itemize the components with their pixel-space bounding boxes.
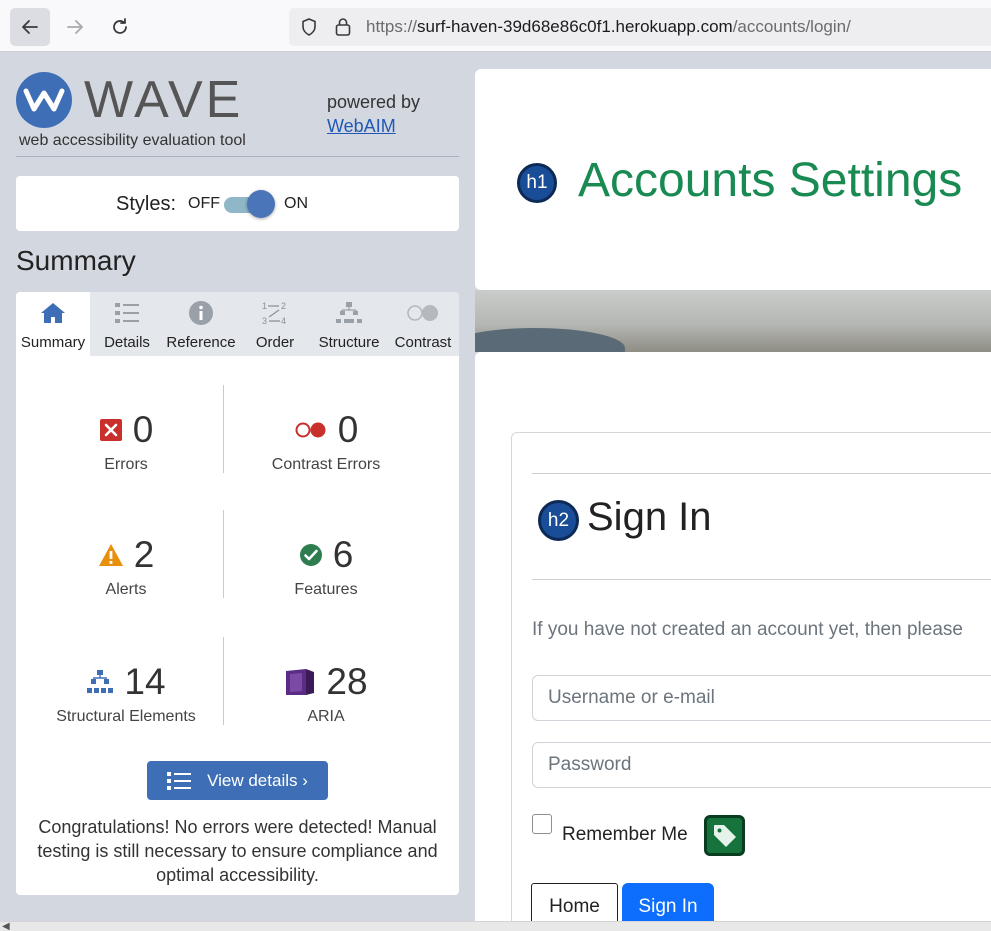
info-icon — [164, 300, 238, 326]
url-path: /accounts/login/ — [732, 17, 851, 36]
tab-label: Reference — [166, 334, 236, 351]
sign-in-card: h2 Sign In If you have not created an ac… — [511, 432, 991, 931]
styles-toggle-knob[interactable] — [247, 190, 275, 218]
svg-text:4: 4 — [281, 316, 286, 326]
structural-count: 14 — [124, 661, 166, 702]
remember-me-label[interactable]: Remember Me — [562, 824, 688, 846]
main-content: h2 Sign In If you have not created an ac… — [475, 352, 991, 931]
hero-image — [475, 290, 991, 352]
lock-icon[interactable] — [333, 16, 353, 38]
home-icon — [16, 300, 90, 326]
horizontal-scrollbar[interactable]: ◀ — [0, 921, 991, 931]
back-button[interactable] — [10, 8, 50, 46]
tab-label: Contrast — [394, 334, 452, 351]
summary-message: Congratulations! No errors were detected… — [37, 817, 438, 885]
tab-contrast[interactable]: Contrast — [386, 292, 459, 356]
tab-order[interactable]: 1 2 3 4 Order — [238, 292, 312, 356]
scroll-left-icon[interactable]: ◀ — [2, 922, 10, 931]
divider — [16, 156, 459, 157]
alerts-label: Alerts — [105, 581, 147, 598]
toggle-off-label: OFF — [188, 195, 220, 212]
browser-toolbar: https://surf-haven-39d68e86c0f1.herokuap… — [0, 0, 991, 52]
stat-divider — [223, 637, 224, 725]
features-label: Features — [294, 581, 358, 598]
structural-label: Structural Elements — [56, 708, 196, 725]
intro-text: If you have not created an account yet, … — [532, 619, 963, 640]
alert-icon — [98, 544, 123, 566]
errors-count: 0 — [132, 409, 154, 450]
page-header: h1 Accounts Settings — [475, 69, 991, 290]
arrow-left-icon — [22, 20, 38, 34]
reload-icon — [113, 18, 127, 34]
tab-bar: Summary Details Reference 1 2 3 4 Order Str… — [16, 292, 459, 356]
wave-tagline: web accessibility evaluation tool — [19, 132, 246, 149]
page-title: Accounts Settings — [578, 154, 963, 207]
order-icon: 1 2 3 4 — [238, 300, 312, 326]
divider — [532, 473, 991, 474]
svg-text:2: 2 — [281, 301, 286, 311]
forward-button[interactable] — [55, 8, 95, 46]
hero-wave-shape — [475, 328, 625, 352]
structure-icon — [87, 670, 114, 693]
summary-heading: Summary — [16, 245, 136, 276]
tab-structure[interactable]: Structure — [312, 292, 386, 356]
divider — [532, 579, 991, 580]
powered-by-text: powered by — [327, 92, 421, 112]
contrast-errors-count: 0 — [337, 409, 359, 450]
arrow-right-icon — [67, 20, 83, 34]
reload-button[interactable] — [100, 8, 140, 46]
toggle-on-label: ON — [284, 195, 308, 212]
styles-label: Styles: — [116, 193, 177, 215]
wave-panel-body: Summary Details Reference 1 2 3 4 Order Str… — [16, 292, 459, 895]
structure-icon — [312, 300, 386, 326]
tab-reference[interactable]: Reference — [164, 292, 238, 356]
view-details-button[interactable]: View details › — [147, 761, 328, 800]
list-icon — [167, 771, 192, 790]
tab-label: Summary — [20, 334, 86, 351]
errors-label: Errors — [104, 456, 148, 473]
webaim-link[interactable]: WebAIM — [327, 116, 396, 136]
remember-me-checkbox[interactable] — [532, 814, 552, 834]
url-text[interactable]: https://surf-haven-39d68e86c0f1.herokuap… — [366, 17, 851, 37]
tag-icon[interactable] — [704, 815, 745, 856]
contrast-error-icon — [295, 422, 326, 438]
h2-badge[interactable]: h2 — [538, 500, 579, 541]
h1-badge[interactable]: h1 — [517, 163, 557, 203]
list-icon — [90, 300, 164, 326]
url-host: surf-haven-39d68e86c0f1.herokuapp.com — [417, 17, 733, 36]
username-input[interactable] — [532, 675, 991, 721]
url-bar[interactable]: https://surf-haven-39d68e86c0f1.herokuap… — [289, 8, 991, 46]
svg-text:3: 3 — [262, 316, 267, 326]
password-input[interactable] — [532, 742, 991, 788]
shield-icon[interactable] — [299, 17, 319, 37]
aria-icon — [286, 669, 315, 695]
error-icon — [99, 419, 122, 441]
url-scheme: https:// — [366, 17, 418, 36]
powered-by: powered by WebAIM — [327, 90, 420, 138]
contrast-errors-label: Contrast Errors — [271, 456, 381, 473]
alerts-count: 2 — [133, 534, 155, 575]
view-details-label: View details › — [207, 770, 308, 790]
contrast-icon — [386, 300, 459, 326]
tab-details[interactable]: Details — [90, 292, 164, 356]
feature-icon — [299, 544, 322, 566]
svg-text:1: 1 — [262, 301, 267, 311]
aria-label: ARIA — [307, 708, 345, 725]
tab-label: Structure — [318, 334, 380, 351]
styles-toggle-panel: Styles: OFF ON — [16, 176, 459, 231]
sign-in-heading: Sign In — [587, 495, 712, 539]
wave-logo-icon — [16, 72, 72, 128]
stat-divider — [223, 510, 224, 598]
tab-label: Details — [104, 334, 150, 351]
wave-title: WAVE — [84, 71, 244, 129]
stat-divider — [223, 385, 224, 473]
tab-label: Order — [255, 334, 295, 351]
wave-sidebar: WAVE web accessibility evaluation tool p… — [0, 52, 475, 921]
tab-summary[interactable]: Summary — [16, 292, 90, 356]
aria-count: 28 — [326, 661, 368, 702]
features-count: 6 — [332, 534, 354, 575]
